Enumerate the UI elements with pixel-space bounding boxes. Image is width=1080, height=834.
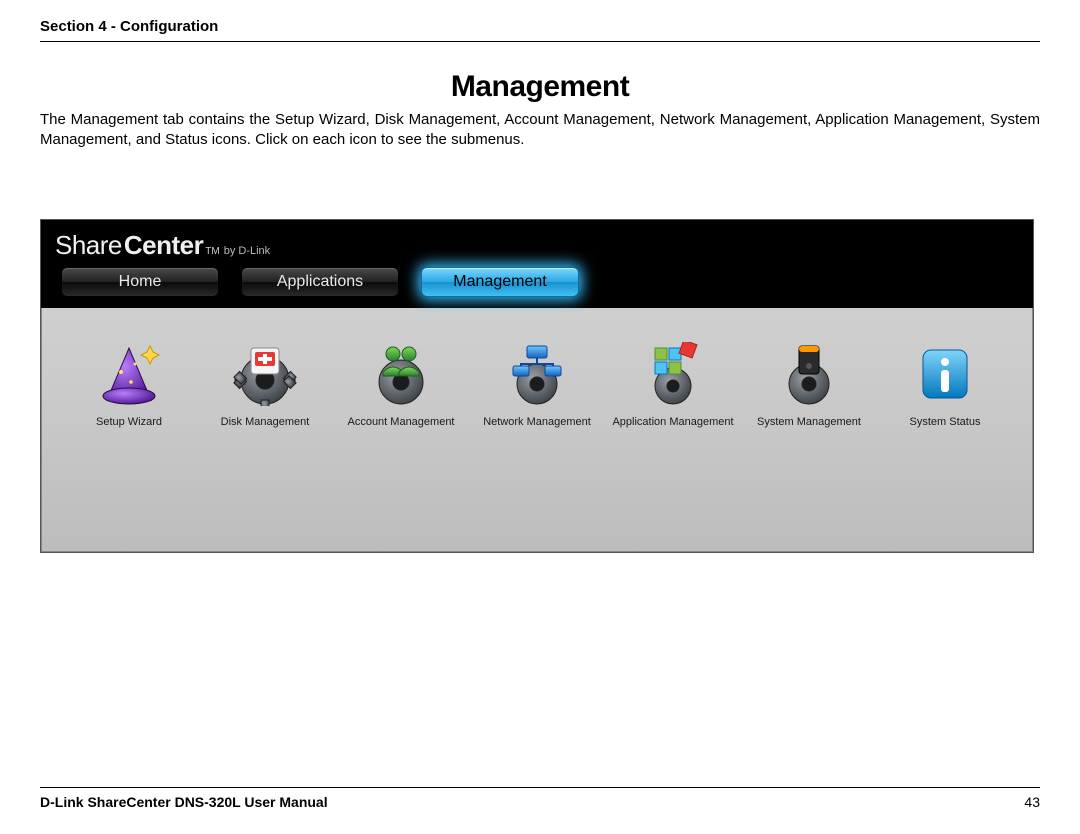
icon-strip: Setup Wizard [41,308,1033,428]
account-management-icon [369,342,433,406]
system-management-icon [777,342,841,406]
application-management-icon [641,342,705,406]
item-disk-management[interactable]: Disk Management [201,342,329,428]
caption-system-status: System Status [910,416,981,428]
brand: ShareCenterTM by D-Link [55,230,1019,261]
brand-left: Share [55,230,122,261]
item-application-management[interactable]: Application Management [609,342,737,428]
wizard-icon [97,342,161,406]
caption-application-management: Application Management [612,416,733,428]
tab-management[interactable]: Management [421,267,579,297]
network-management-icon [505,342,569,406]
tab-applications[interactable]: Applications [241,267,399,297]
caption-disk-management: Disk Management [221,416,310,428]
item-account-management[interactable]: Account Management [337,342,465,428]
system-status-icon [913,342,977,406]
intro-paragraph: The Management tab contains the Setup Wi… [40,110,1040,151]
item-setup-wizard[interactable]: Setup Wizard [65,342,193,428]
app-screenshot: ShareCenterTM by D-Link Home Application… [40,219,1034,553]
disk-management-icon [233,342,297,406]
caption-setup-wizard: Setup Wizard [96,416,162,428]
item-network-management[interactable]: Network Management [473,342,601,428]
footer-manual-title: D-Link ShareCenter DNS-320L User Manual [40,794,328,810]
page-footer: D-Link ShareCenter DNS-320L User Manual … [40,787,1040,810]
brand-tm: TM [205,246,219,257]
brand-sub: by D-Link [224,245,270,257]
section-header: Section 4 - Configuration [40,18,1040,42]
app-header: ShareCenterTM by D-Link Home Application… [41,220,1033,308]
brand-right: Center [124,230,203,261]
item-system-management[interactable]: System Management [745,342,873,428]
footer-page-number: 43 [1024,794,1040,810]
caption-account-management: Account Management [347,416,454,428]
page-title: Management [40,70,1040,104]
caption-network-management: Network Management [483,416,591,428]
caption-system-management: System Management [757,416,861,428]
tab-home[interactable]: Home [61,267,219,297]
tab-row: Home Applications Management [55,267,1019,297]
item-system-status[interactable]: System Status [881,342,1009,428]
